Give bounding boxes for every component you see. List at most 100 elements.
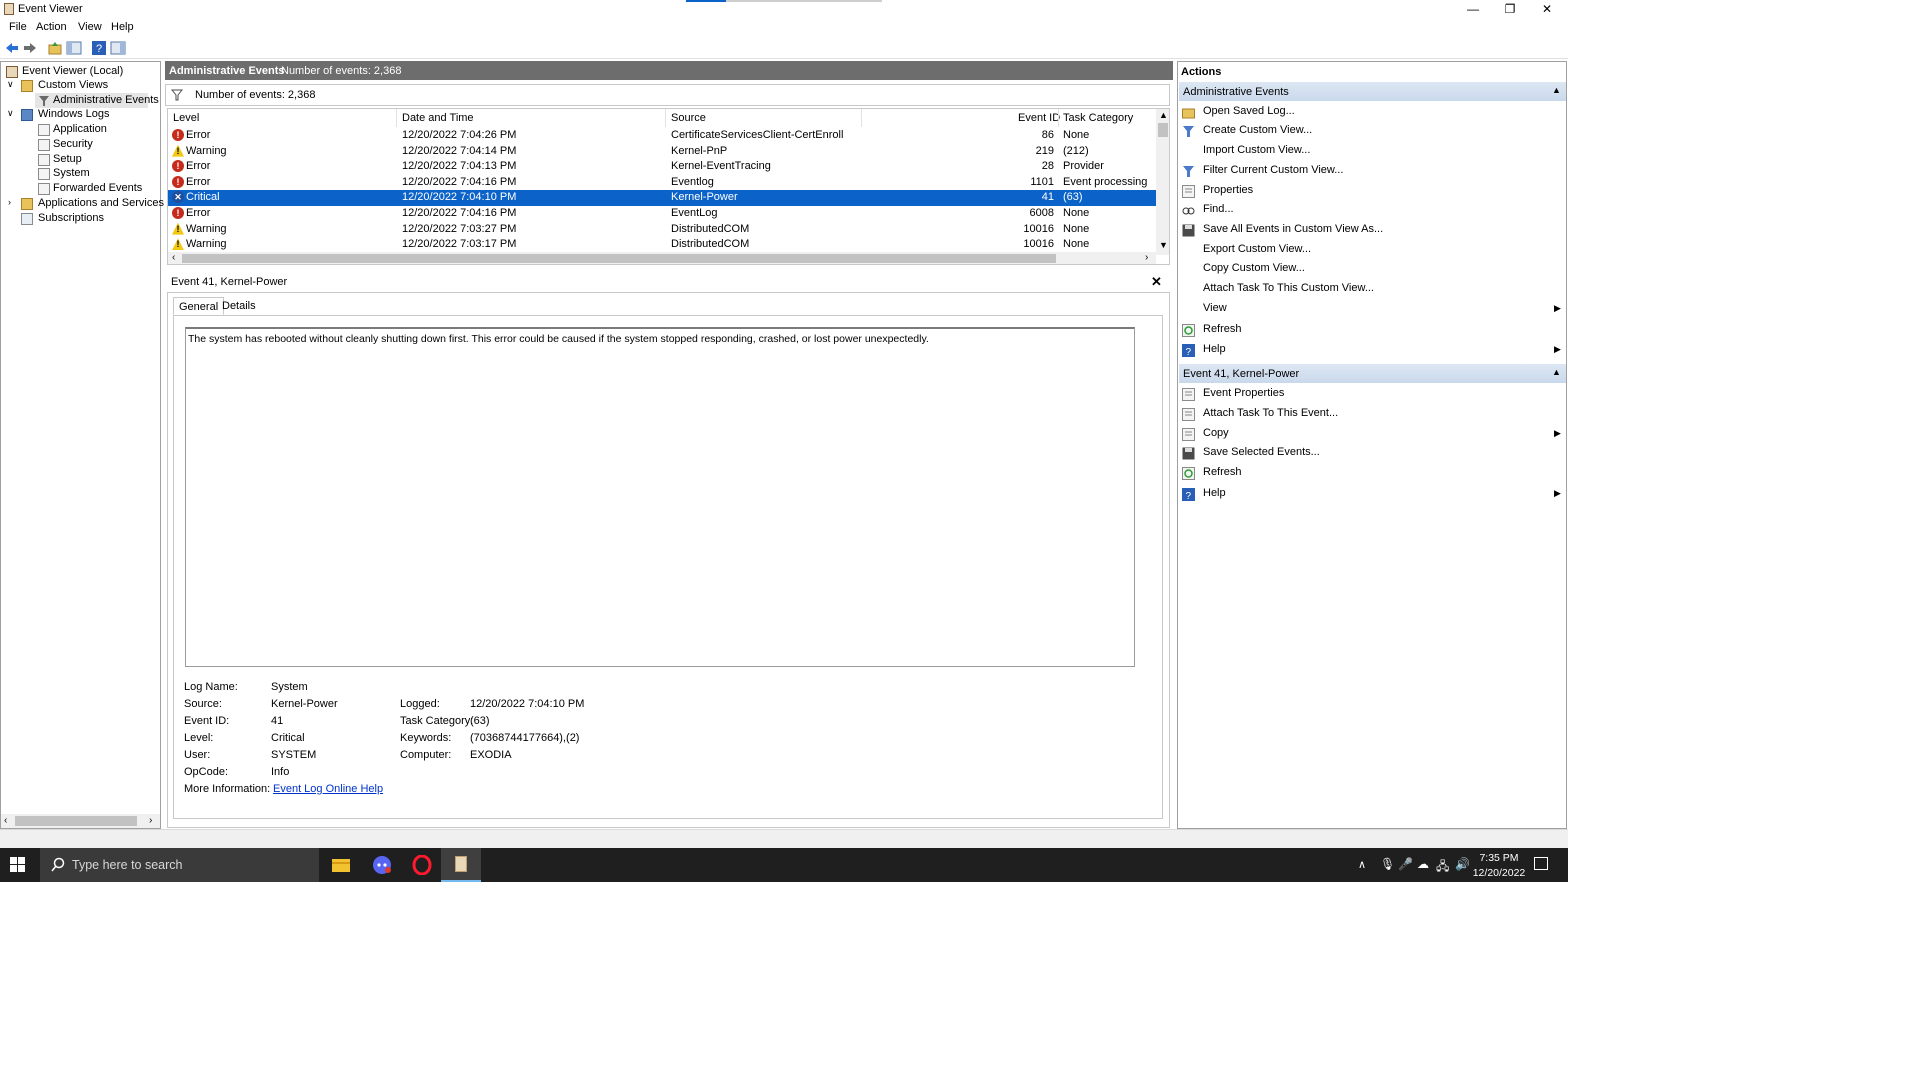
event-log-online-help-link[interactable]: Event Log Online Help <box>273 783 383 795</box>
chevron-right-icon[interactable]: › <box>8 197 11 207</box>
actions-section-administrative-events[interactable]: Administrative Events ▲ <box>1179 82 1566 101</box>
up-folder-icon[interactable] <box>47 40 63 56</box>
scroll-left-icon[interactable]: ‹ <box>172 252 175 263</box>
scrollbar-thumb[interactable] <box>15 816 137 826</box>
discord-icon[interactable] <box>371 855 393 878</box>
help-icon[interactable]: ? <box>91 40 107 56</box>
forward-arrow-icon[interactable] <box>22 40 38 56</box>
network-icon[interactable]: 🖧 <box>1436 857 1449 878</box>
tab-details[interactable]: Details <box>217 297 261 315</box>
chevron-down-icon[interactable]: ∨ <box>7 108 14 119</box>
microphone-muted-icon[interactable]: 🎙 <box>1380 857 1395 871</box>
column-divider[interactable] <box>396 109 397 127</box>
column-header-source[interactable]: Source <box>671 112 706 124</box>
search-box[interactable]: Type here to search <box>40 848 319 882</box>
clock-time[interactable]: 7:35 PM <box>1474 852 1524 864</box>
actions-section-event-41[interactable]: Event 41, Kernel-Power ▲ <box>1179 364 1566 383</box>
tree-item-event-viewer-local[interactable]: Event Viewer (Local) <box>22 65 123 77</box>
tree-item-subscriptions[interactable]: Subscriptions <box>38 212 104 224</box>
minimize-button[interactable]: — <box>1455 0 1491 18</box>
scroll-right-icon[interactable]: › <box>1145 252 1148 263</box>
table-row[interactable]: ! Error 12/20/2022 7:04:16 PM Eventlog Event… <box>168 175 1156 191</box>
menu-view[interactable]: View <box>78 21 102 33</box>
close-icon[interactable]: ✕ <box>1151 274 1162 290</box>
clock-date[interactable]: 12/20/2022 <box>1470 867 1528 879</box>
onedrive-icon[interactable]: ☁ <box>1417 857 1429 871</box>
speaker-icon[interactable]: 🔊 <box>1455 857 1470 871</box>
column-divider[interactable] <box>861 109 862 127</box>
search-placeholder: Type here to search <box>72 858 183 872</box>
action-help[interactable]: Help <box>1203 487 1226 499</box>
menu-help[interactable]: Help <box>111 21 134 33</box>
copy-icon <box>1182 428 1195 441</box>
action-save-selected-events[interactable]: Save Selected Events... <box>1203 446 1320 458</box>
event-description-box[interactable]: The system has rebooted without cleanly … <box>185 327 1135 667</box>
section-title: Event 41, Kernel-Power <box>1183 368 1300 380</box>
action-view[interactable]: View <box>1203 302 1227 314</box>
scroll-up-icon[interactable]: ▲ <box>1159 110 1168 120</box>
close-button[interactable]: ✕ <box>1529 0 1565 18</box>
opera-browser-icon[interactable] <box>412 854 432 878</box>
column-header-date[interactable]: Date and Time <box>402 112 474 124</box>
action-copy[interactable]: Copy <box>1203 427 1229 439</box>
action-attach-task-to-this-custom-view[interactable]: Attach Task To This Custom View... <box>1203 282 1374 294</box>
table-row[interactable]: ✕ Critical 12/20/2022 7:04:10 PM Kernel-Pow… <box>168 190 1156 206</box>
show-hide-tree-icon[interactable] <box>66 40 82 56</box>
action-copy-custom-view[interactable]: Copy Custom View... <box>1203 262 1305 274</box>
collapse-icon[interactable]: ▲ <box>1552 367 1561 377</box>
action-export-custom-view[interactable]: Export Custom View... <box>1203 243 1311 255</box>
column-header-level[interactable]: Level <box>173 112 199 124</box>
tree-item-setup[interactable]: Setup <box>53 153 82 165</box>
tree-item-application[interactable]: Application <box>53 123 107 135</box>
show-action-pane-icon[interactable] <box>110 40 126 56</box>
show-hidden-icons-chevron-icon[interactable]: ∧ <box>1358 858 1366 871</box>
event-viewer-taskbar-button[interactable] <box>441 848 481 882</box>
column-header-task-category[interactable]: Task Category <box>1063 112 1133 124</box>
tree-item-applications-and-services[interactable]: Applications and Services Lo <box>38 197 179 209</box>
warning-level-icon: ! <box>172 222 184 235</box>
scroll-down-icon[interactable]: ▼ <box>1159 240 1168 250</box>
tree-item-system[interactable]: System <box>53 167 90 179</box>
console-tree: Event Viewer (Local) ∨ Custom Views Admi… <box>0 61 179 829</box>
scrollbar-thumb[interactable] <box>182 254 1056 263</box>
action-save-all-events-in-custom-view-as[interactable]: Save All Events in Custom View As... <box>1203 223 1383 235</box>
notifications-icon[interactable] <box>1534 857 1548 870</box>
table-row[interactable]: ! Warning 12/20/2022 7:03:27 PM Distributed… <box>168 222 1156 238</box>
action-help[interactable]: Help <box>1203 343 1226 355</box>
tree-item-forwarded-events[interactable]: Forwarded Events <box>53 182 142 194</box>
column-divider[interactable] <box>1058 109 1059 127</box>
action-find[interactable]: Find... <box>1203 203 1234 215</box>
action-properties[interactable]: Properties <box>1203 184 1253 196</box>
windows-start-icon[interactable] <box>10 857 26 876</box>
restore-button[interactable]: ❐ <box>1492 0 1528 18</box>
action-attach-task-to-this-event[interactable]: Attach Task To This Event... <box>1203 407 1338 419</box>
menu-action[interactable]: Action <box>36 21 67 33</box>
table-row[interactable]: ! Warning 12/20/2022 7:04:14 PM Kernel-PnP (… <box>168 144 1156 160</box>
menu-file[interactable]: File <box>9 21 27 33</box>
action-import-custom-view[interactable]: Import Custom View... <box>1203 144 1310 156</box>
tree-item-administrative-events[interactable]: Administrative Events <box>53 94 159 106</box>
action-open-saved-log[interactable]: Open Saved Log... <box>1203 105 1295 117</box>
action-refresh[interactable]: Refresh <box>1203 323 1242 335</box>
tree-item-security[interactable]: Security <box>53 138 93 150</box>
tree-item-windows-logs[interactable]: Windows Logs <box>38 108 110 120</box>
microphone-icon[interactable]: 🎤 <box>1398 857 1413 871</box>
scroll-left-icon[interactable]: ‹ <box>4 815 7 826</box>
action-refresh[interactable]: Refresh <box>1203 466 1242 478</box>
action-create-custom-view[interactable]: Create Custom View... <box>1203 124 1312 136</box>
tree-item-custom-views[interactable]: Custom Views <box>38 79 108 91</box>
table-row[interactable]: ! Warning 12/20/2022 7:03:17 PM Distributed… <box>168 237 1156 253</box>
file-explorer-icon[interactable] <box>331 856 351 877</box>
scroll-right-icon[interactable]: › <box>149 815 152 826</box>
action-filter-current-custom-view[interactable]: Filter Current Custom View... <box>1203 164 1343 176</box>
column-divider[interactable] <box>665 109 666 127</box>
table-row[interactable]: ! Error 12/20/2022 7:04:13 PM Kernel-EventT… <box>168 159 1156 175</box>
table-row[interactable]: ! Error 12/20/2022 7:04:26 PM CertificateSe… <box>168 128 1156 144</box>
table-row[interactable]: ! Error 12/20/2022 7:04:16 PM EventLog None 6… <box>168 206 1156 222</box>
back-arrow-icon[interactable] <box>4 40 20 56</box>
column-header-event-id[interactable]: Event ID <box>1018 112 1060 124</box>
collapse-icon[interactable]: ▲ <box>1552 85 1561 95</box>
chevron-down-icon[interactable]: ∨ <box>7 79 14 90</box>
action-event-properties[interactable]: Event Properties <box>1203 387 1284 399</box>
scrollbar-thumb[interactable] <box>1158 123 1168 137</box>
